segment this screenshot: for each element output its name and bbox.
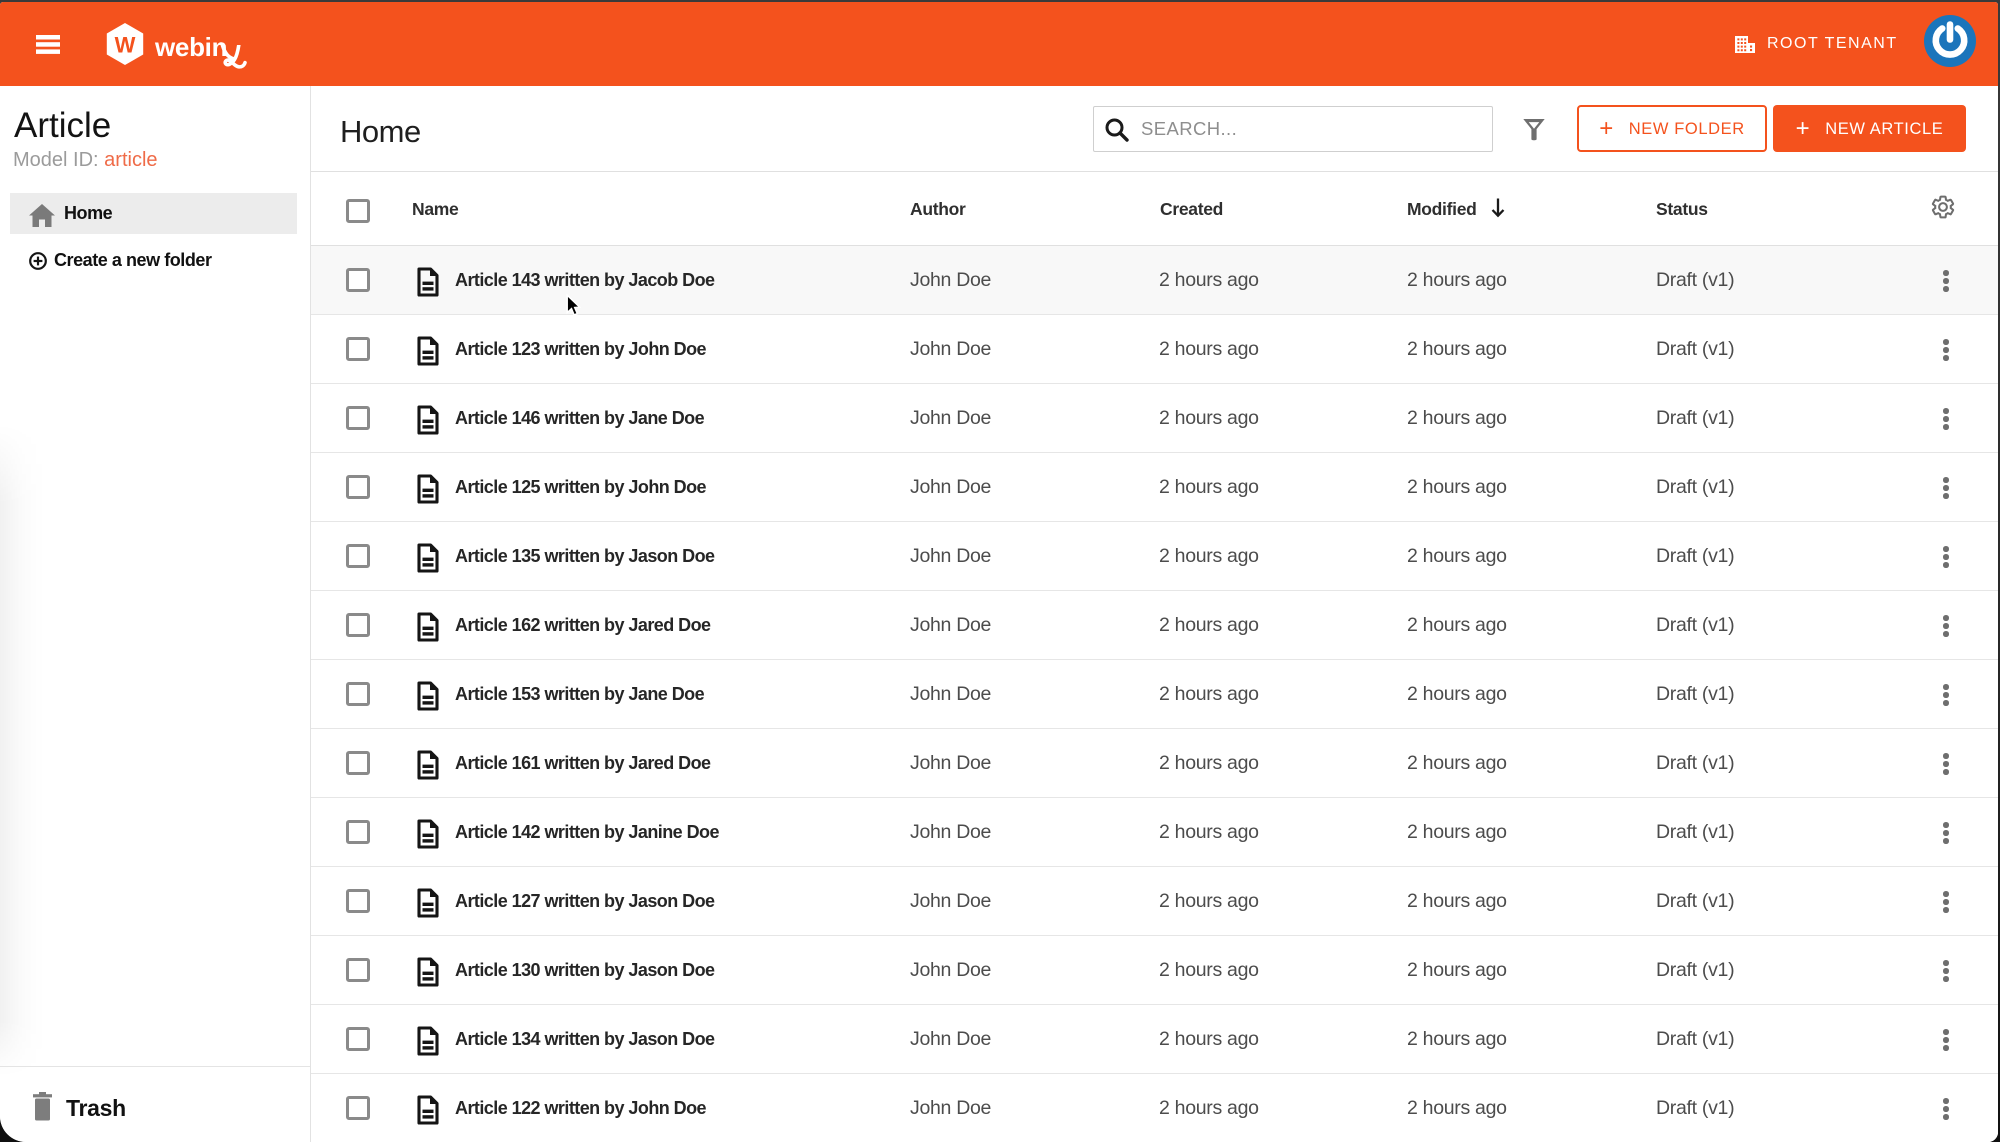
svg-text:W: W <box>115 33 136 58</box>
